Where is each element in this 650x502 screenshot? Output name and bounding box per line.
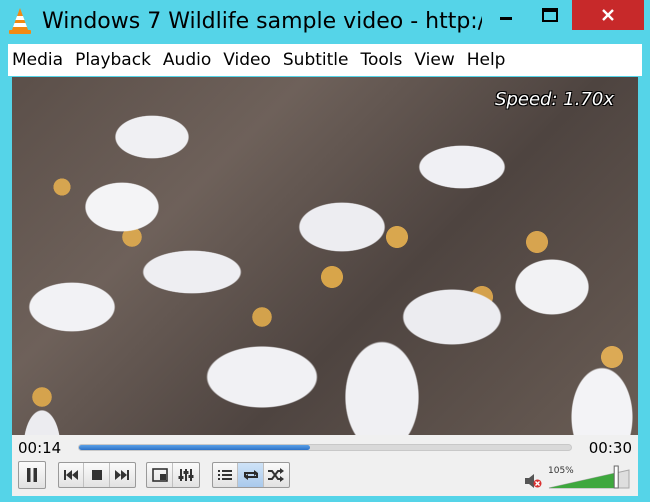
time-elapsed[interactable]: 00:14 — [18, 438, 61, 458]
video-display[interactable]: Speed: 1.70x — [12, 77, 638, 435]
volume-label: 105% — [548, 466, 574, 476]
menu-video[interactable]: Video — [217, 44, 277, 76]
menu-view[interactable]: View — [408, 44, 460, 76]
minimize-button[interactable] — [484, 0, 528, 30]
menu-audio[interactable]: Audio — [157, 44, 217, 76]
vlc-window: Windows 7 Wildlife sample video - http:/… — [0, 0, 650, 502]
loop-button[interactable] — [238, 463, 264, 487]
mute-speaker-icon[interactable] — [524, 473, 542, 489]
playlist-button[interactable] — [213, 463, 239, 487]
menu-playback[interactable]: Playback — [69, 44, 157, 76]
next-icon — [115, 470, 130, 480]
playlist-group — [212, 462, 290, 488]
seek-bar-fill — [79, 445, 311, 450]
menu-help[interactable]: Help — [461, 44, 512, 76]
playlist-icon — [218, 470, 233, 480]
pause-button[interactable] — [18, 461, 46, 489]
view-group — [146, 462, 200, 488]
random-icon — [268, 468, 285, 482]
menu-bar: Media Playback Audio Video Subtitle Tool… — [8, 44, 642, 76]
stop-icon — [91, 470, 102, 480]
next-button[interactable] — [110, 463, 135, 487]
extended-settings-button[interactable] — [173, 463, 199, 487]
minimize-icon — [500, 17, 512, 20]
close-button[interactable] — [572, 0, 644, 30]
volume-slider-handle[interactable] — [613, 465, 619, 489]
seek-bar[interactable] — [78, 444, 572, 451]
loop-icon — [243, 470, 258, 480]
maximize-icon — [542, 8, 558, 22]
previous-icon — [64, 470, 79, 480]
extended-settings-icon — [178, 469, 194, 481]
window-title: Windows 7 Wildlife sample video - http:/… — [42, 9, 482, 34]
previous-button[interactable] — [59, 463, 85, 487]
random-button[interactable] — [264, 463, 289, 487]
fullscreen-icon — [151, 468, 168, 482]
close-icon — [602, 9, 614, 21]
playback-controls: 00:14 00:30 105% — [12, 435, 638, 496]
time-total[interactable]: 00:30 — [589, 438, 632, 458]
title-bar[interactable]: Windows 7 Wildlife sample video - http:/… — [0, 0, 650, 44]
menu-media[interactable]: Media — [8, 44, 69, 76]
maximize-button[interactable] — [528, 0, 572, 30]
fullscreen-button[interactable] — [147, 463, 173, 487]
menu-subtitle[interactable]: Subtitle — [277, 44, 355, 76]
speed-osd-text: Speed: 1.70x — [495, 89, 614, 110]
menu-tools[interactable]: Tools — [354, 44, 408, 76]
transport-group — [58, 462, 136, 488]
pause-icon — [27, 468, 37, 482]
stop-button[interactable] — [84, 463, 110, 487]
vlc-cone-icon — [9, 8, 31, 34]
